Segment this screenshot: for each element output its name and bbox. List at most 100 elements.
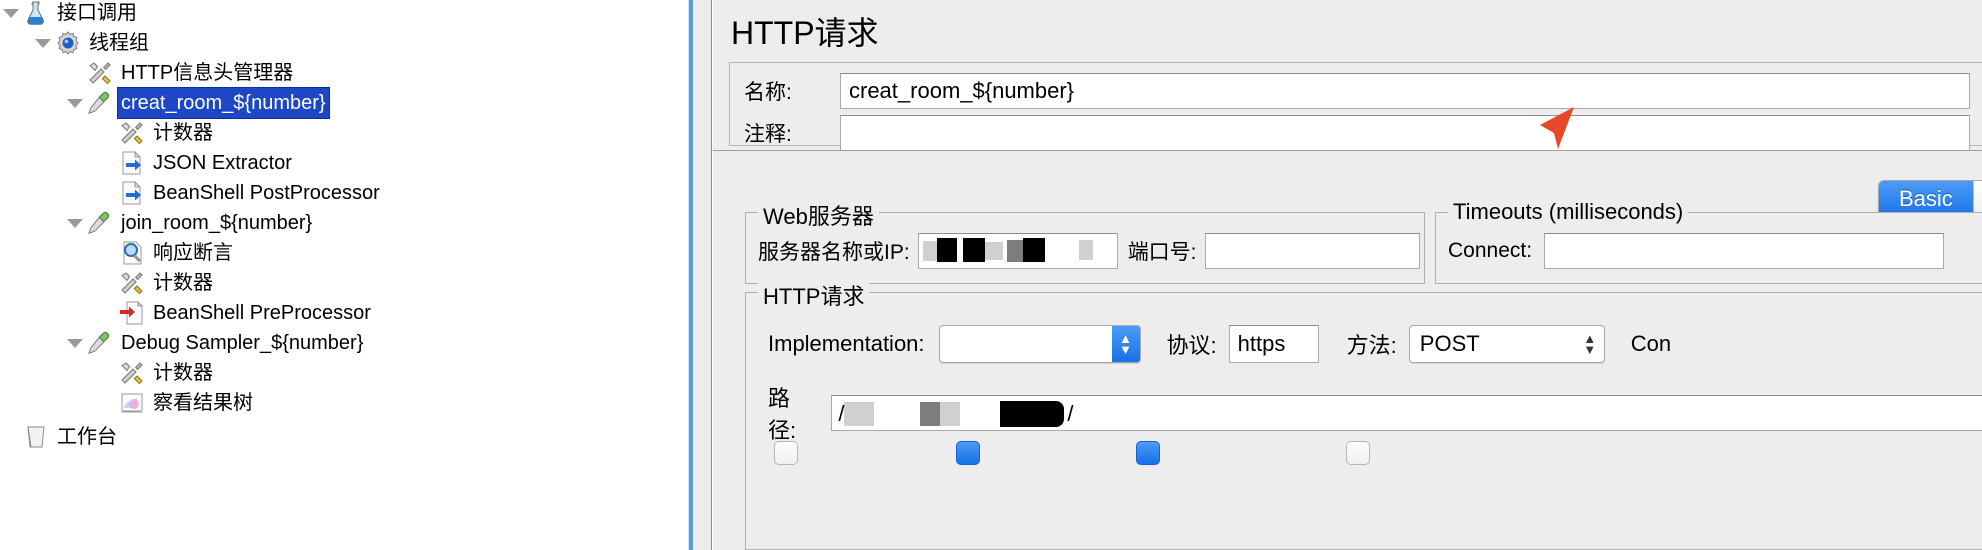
view-results-tree-icon	[118, 389, 146, 417]
path-row: 路径: / /	[768, 381, 1982, 445]
web-server-group: Web服务器 服务器名称或IP: 端口号:	[745, 199, 1425, 284]
annotation-arrow-icon	[1540, 107, 1574, 149]
tree-node[interactable]: BeanShell PostProcessor	[96, 178, 383, 208]
checkbox-option-1[interactable]	[774, 441, 798, 465]
comment-input[interactable]	[840, 115, 1970, 151]
tree-node[interactable]: 计数器	[96, 268, 216, 298]
http-request-detail-panel: HTTP请求 名称: creat_room_${number} 注释: Basi…	[713, 0, 1982, 550]
tree-node-label: 计数器	[153, 122, 213, 144]
tree-node-label: 察看结果树	[153, 392, 253, 414]
chevron-down-icon[interactable]	[64, 88, 86, 118]
http-sampler-icon	[86, 89, 114, 117]
connect-input[interactable]	[1544, 233, 1945, 269]
http-request-group: HTTP请求 Implementation: ▲ ▼ 协议: https 方法: …	[745, 279, 1982, 550]
port-input[interactable]	[1204, 233, 1420, 269]
post-processor-icon	[118, 149, 146, 177]
name-row: 名称: creat_room_${number}	[744, 73, 1970, 109]
tree-node-label: BeanShell PostProcessor	[153, 182, 380, 204]
checkbox-option-4[interactable]	[1346, 441, 1370, 465]
tree-node-label: Debug Sampler_${number}	[121, 332, 364, 354]
tree-node-label: JSON Extractor	[153, 152, 292, 174]
connect-label: Connect:	[1448, 239, 1533, 262]
name-input[interactable]: creat_room_${number}	[840, 73, 1970, 109]
implementation-label: Implementation:	[768, 331, 925, 356]
chevron-down-icon[interactable]	[64, 208, 86, 238]
comment-row: 注释:	[744, 115, 1970, 151]
tree-node[interactable]: BeanShell PreProcessor	[96, 298, 374, 328]
tree-node[interactable]: 计数器	[96, 358, 216, 388]
implementation-row: Implementation: ▲ ▼ 协议: https 方法: POST ▲ ▼…	[768, 325, 1671, 363]
host-input[interactable]	[917, 233, 1118, 269]
counter-icon	[118, 269, 146, 297]
path-label: 路径:	[768, 386, 797, 443]
tree-node-label: 计数器	[153, 362, 213, 384]
tree-node-label: 工作台	[57, 426, 117, 448]
implementation-combo[interactable]: ▲ ▼	[938, 325, 1141, 363]
protocol-label: 协议:	[1166, 333, 1217, 358]
tree-node-label: join_room_${number}	[121, 212, 313, 234]
tree-node[interactable]: 响应断言	[96, 238, 236, 268]
sampler-identity-box: 名称: creat_room_${number} 注释:	[729, 62, 1982, 151]
test-plan-icon	[22, 0, 50, 27]
checkbox-option-3[interactable]	[1136, 441, 1160, 465]
detail-panel-gutter	[693, 0, 712, 550]
post-processor-icon	[118, 179, 146, 207]
tree-node[interactable]: join_room_${number}	[64, 208, 315, 238]
connect-row: Connect:	[1448, 233, 1945, 269]
http-sampler-icon	[86, 209, 114, 237]
http-sampler-icon	[86, 329, 114, 357]
page-title: HTTP请求	[731, 15, 879, 51]
chevron-down-icon[interactable]	[64, 328, 86, 358]
tree-node-label: 线程组	[89, 32, 149, 54]
tree-node[interactable]: 察看结果树	[96, 388, 256, 418]
tree-node-label: 响应断言	[153, 242, 233, 264]
tab-separator	[713, 150, 1982, 151]
tree-node-label: creat_room_${number}	[117, 87, 330, 119]
protocol-input[interactable]: https	[1228, 325, 1319, 363]
tree-node-label: HTTP信息头管理器	[121, 62, 294, 84]
name-label: 名称:	[744, 81, 792, 104]
tree-node[interactable]: 计数器	[96, 118, 216, 148]
tree-node-label: 接口调用	[57, 2, 137, 24]
counter-icon	[118, 359, 146, 387]
comment-label: 注释:	[744, 123, 792, 146]
tree-node[interactable]: creat_room_${number}	[64, 87, 330, 119]
timeouts-legend: Timeouts (milliseconds)	[1448, 199, 1689, 225]
pre-processor-icon	[118, 299, 146, 327]
tree-node[interactable]: 接口调用	[0, 0, 140, 28]
tree-node[interactable]: 工作台	[0, 422, 120, 452]
web-server-legend: Web服务器	[758, 199, 879, 231]
implementation-spinner-icon[interactable]: ▲ ▼	[1111, 326, 1140, 362]
http-request-legend: HTTP请求	[758, 279, 870, 311]
method-value: POST	[1419, 331, 1480, 356]
assertion-icon	[118, 239, 146, 267]
checkbox-option-2[interactable]	[956, 441, 980, 465]
content-encoding-label: Con	[1630, 331, 1672, 356]
method-label: 方法:	[1346, 333, 1397, 358]
tree-node[interactable]: 线程组	[32, 28, 152, 58]
timeouts-group: Timeouts (milliseconds) Connect:	[1435, 199, 1982, 284]
chevron-down-icon[interactable]	[32, 28, 54, 58]
method-combo[interactable]: POST ▲ ▼	[1408, 325, 1605, 363]
host-row: 服务器名称或IP: 端口号:	[758, 233, 1420, 269]
tree-node[interactable]: HTTP信息头管理器	[64, 58, 296, 88]
port-label: 端口号:	[1127, 241, 1197, 264]
workbench-icon	[22, 423, 50, 451]
path-input[interactable]: / /	[831, 395, 1982, 431]
test-plan-tree[interactable]: 接口调用线程组 HTTP信息头管理器 creat_room_${number} 计数器…	[0, 0, 688, 550]
tree-node[interactable]: JSON Extractor	[96, 148, 295, 178]
tree-node-label: 计数器	[153, 272, 213, 294]
method-spinner-icon[interactable]: ▲ ▼	[1576, 326, 1604, 362]
tree-node[interactable]: Debug Sampler_${number}	[64, 328, 366, 358]
counter-icon	[118, 119, 146, 147]
chevron-down-icon[interactable]	[0, 0, 22, 28]
